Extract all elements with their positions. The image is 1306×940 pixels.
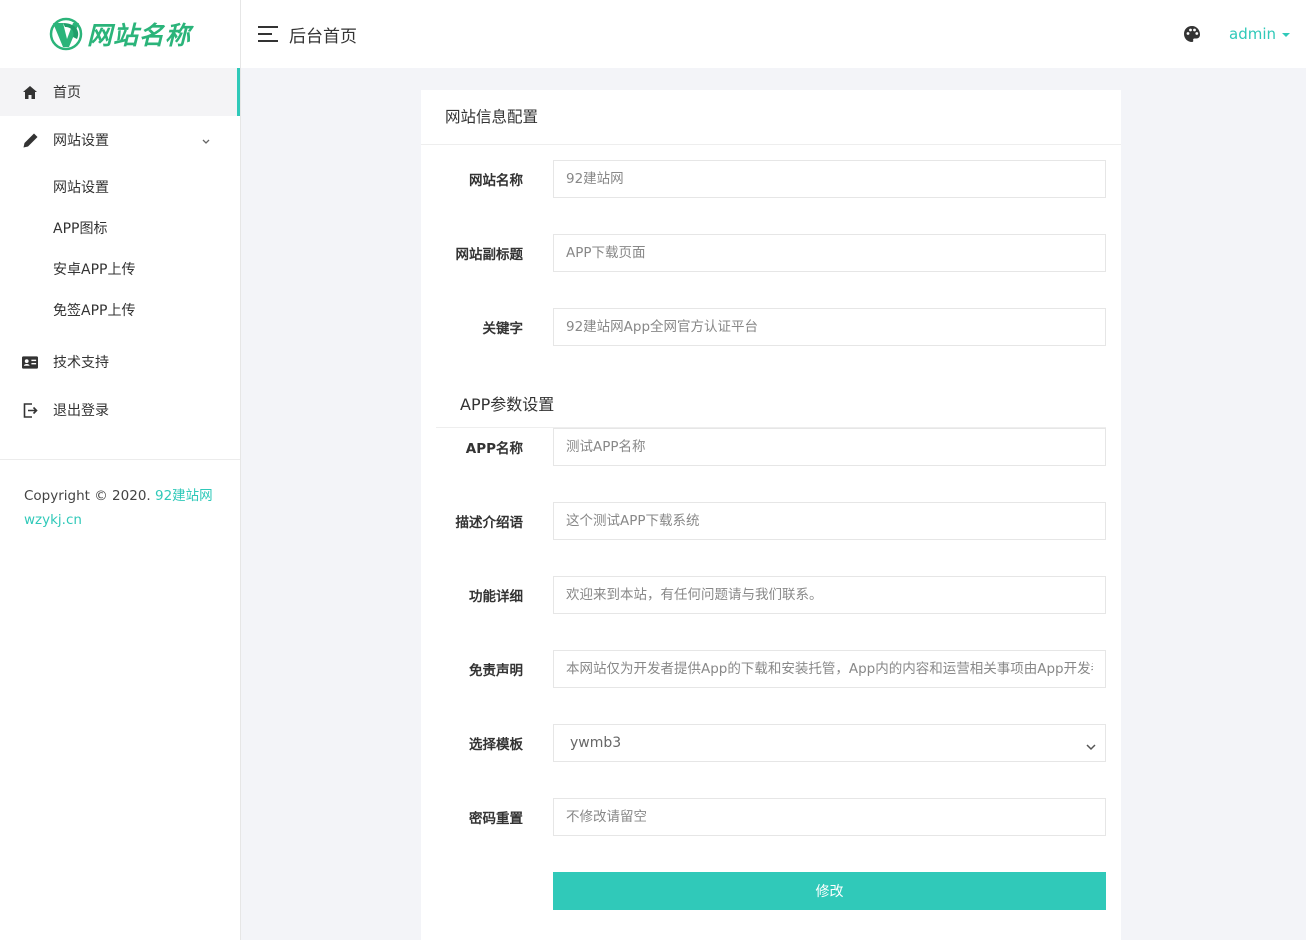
form-row-site-subtitle: 网站副标题 [436, 234, 1106, 272]
app-section-title: APP参数设置 [436, 382, 1106, 428]
copyright: Copyright © 2020. 92建站网 wzykj.cn [0, 460, 240, 532]
logo-icon [49, 17, 83, 51]
sidebar-item-label: 技术支持 [53, 355, 109, 371]
copyright-link-domain[interactable]: wzykj.cn [24, 512, 82, 528]
form-row-features: 功能详细 [436, 576, 1106, 614]
user-menu[interactable]: admin [1229, 25, 1290, 43]
password-label: 密码重置 [469, 811, 523, 827]
settings-card: 网站信息配置 网站名称 网站副标题 关键字 APP参数设置 APP名称 描述介绍… [421, 90, 1121, 940]
sidebar-nav: 首页 网站设置 网站设置 APP图标 安卓APP上传 免签APP上传 技术支持 [0, 68, 240, 434]
sidebar-subitem-nosign-upload[interactable]: 免签APP上传 [0, 291, 240, 332]
caret-down-icon [1282, 33, 1290, 37]
keywords-input[interactable] [553, 308, 1106, 346]
sidebar: 网站名称 首页 网站设置 网站设置 APP图标 安卓APP上传 免签APP上传 [0, 0, 241, 940]
sidebar-item-logout[interactable]: 退出登录 [0, 386, 240, 434]
palette-icon[interactable] [1182, 24, 1202, 44]
description-label: 描述介绍语 [455, 515, 524, 531]
features-input[interactable] [553, 576, 1106, 614]
page-title: 后台首页 [289, 26, 357, 47]
template-select-value: ywmb3 [553, 724, 1106, 762]
site-name-label: 网站名称 [469, 173, 523, 189]
logo-text: 网站名称 [86, 21, 191, 50]
sidebar-subitem-android-upload[interactable]: 安卓APP上传 [0, 250, 240, 291]
app-name-input[interactable] [553, 428, 1106, 466]
chevron-down-icon [202, 133, 210, 149]
app-name-label: APP名称 [465, 441, 523, 457]
sidebar-subitem-app-icon[interactable]: APP图标 [0, 209, 240, 250]
password-input[interactable] [553, 798, 1106, 836]
site-subtitle-label: 网站副标题 [455, 247, 524, 263]
disclaimer-label: 免责声明 [469, 663, 523, 679]
disclaimer-input[interactable] [553, 650, 1106, 688]
sidebar-item-site-settings[interactable]: 网站设置 [0, 116, 240, 164]
logout-icon [22, 402, 38, 418]
form-row-keywords: 关键字 [436, 308, 1106, 346]
template-label: 选择模板 [469, 737, 523, 753]
app-params-form: APP名称 描述介绍语 功能详细 免责声明 选择模板 ywmb3 密码重置 [421, 428, 1121, 910]
site-settings-submenu: 网站设置 APP图标 安卓APP上传 免签APP上传 [0, 164, 240, 336]
topbar: 后台首页 admin [241, 0, 1306, 68]
form-row-site-name: 网站名称 [436, 160, 1106, 198]
form-row-description: 描述介绍语 [436, 502, 1106, 540]
sidebar-item-label: 退出登录 [53, 403, 109, 419]
site-subtitle-input[interactable] [553, 234, 1106, 272]
pencil-icon [22, 132, 38, 148]
menu-toggle-icon[interactable] [258, 26, 278, 42]
features-label: 功能详细 [469, 589, 523, 605]
home-icon [22, 84, 38, 100]
id-card-icon [22, 354, 38, 370]
site-name-input[interactable] [553, 160, 1106, 198]
form-row-disclaimer: 免责声明 [436, 650, 1106, 688]
logo[interactable]: 网站名称 [0, 0, 240, 68]
sidebar-item-tech-support[interactable]: 技术支持 [0, 338, 240, 386]
user-name: admin [1229, 25, 1276, 43]
sidebar-subitem-site-settings[interactable]: 网站设置 [0, 168, 240, 209]
copyright-link-92jz[interactable]: 92建站网 [155, 488, 213, 504]
chevron-down-icon [1086, 739, 1096, 755]
submit-row: 修改 [436, 872, 1106, 910]
sidebar-item-home[interactable]: 首页 [0, 68, 240, 116]
description-input[interactable] [553, 502, 1106, 540]
form-row-app-name: APP名称 [436, 428, 1106, 466]
template-select[interactable]: ywmb3 [553, 724, 1106, 762]
sidebar-item-label: 网站设置 [53, 133, 109, 149]
keywords-label: 关键字 [482, 321, 524, 337]
form-row-password: 密码重置 [436, 798, 1106, 836]
site-info-form: 网站名称 网站副标题 关键字 [421, 145, 1121, 346]
form-row-template: 选择模板 ywmb3 [436, 724, 1106, 762]
sidebar-item-label: 首页 [53, 85, 81, 101]
copyright-text: Copyright © 2020. [24, 488, 151, 504]
submit-button[interactable]: 修改 [553, 872, 1106, 910]
card-title: 网站信息配置 [421, 90, 1121, 145]
